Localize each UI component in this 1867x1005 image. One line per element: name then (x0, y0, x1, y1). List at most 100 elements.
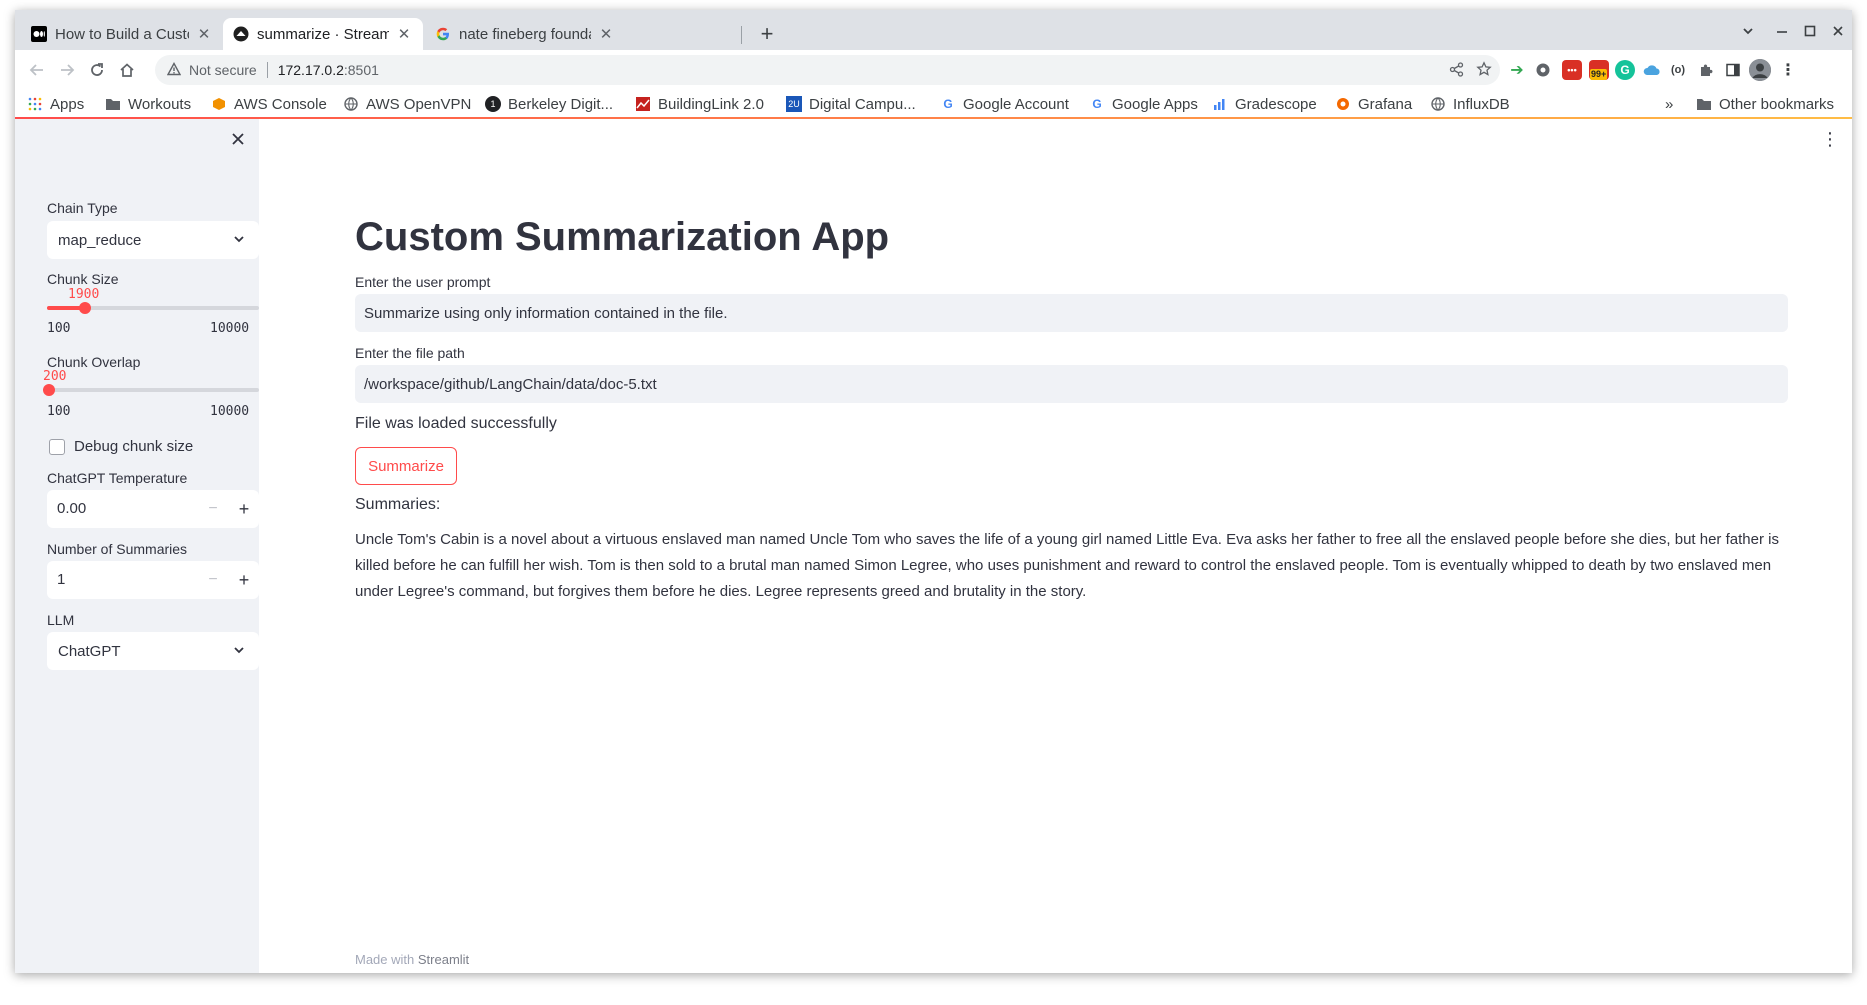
extension-badge-count: 99+ (1590, 69, 1608, 80)
chain-type-value: map_reduce (58, 231, 142, 249)
forward-icon[interactable] (54, 57, 80, 83)
bookmark-label: Apps (50, 95, 85, 113)
bookmarks-overflow-chevron[interactable]: » (1665, 93, 1673, 115)
bookmark-label: AWS OpenVPN (366, 95, 472, 113)
temperature-label: ChatGPT Temperature (47, 470, 188, 486)
folder-icon (105, 96, 121, 112)
bookmark-other-bookmarks[interactable]: Other bookmarks (1696, 93, 1834, 115)
extensions-puzzle-icon[interactable] (1696, 60, 1716, 80)
tab-strip: How to Build a Custom Su ✕ summarize · S… (15, 10, 1852, 50)
streamlit-link[interactable]: Streamlit (418, 952, 469, 967)
close-tab-icon[interactable]: ✕ (395, 25, 413, 43)
summary-text: Uncle Tom's Cabin is a novel about a vir… (355, 531, 1779, 600)
close-sidebar-icon[interactable] (228, 129, 248, 149)
tab-streamlit[interactable]: summarize · Streamlit ✕ (223, 18, 423, 50)
extension-badge-icon[interactable]: 99+ (1589, 60, 1609, 80)
app-menu-icon[interactable]: ⋮ (1821, 129, 1839, 149)
reload-icon[interactable] (84, 57, 110, 83)
bookmark-berkeley-digital[interactable]: 1 Berkeley Digit... (485, 93, 613, 115)
grammarly-icon[interactable]: G (1615, 60, 1635, 80)
streamlit-icon (233, 26, 249, 42)
medium-icon (31, 26, 47, 42)
bookmark-label: Other bookmarks (1719, 95, 1835, 113)
bookmark-workouts[interactable]: Workouts (105, 93, 191, 115)
tab-title: How to Build a Custom Su (55, 25, 189, 43)
back-icon[interactable] (24, 57, 50, 83)
side-panel-icon[interactable] (1723, 60, 1743, 80)
maximize-icon[interactable] (1799, 20, 1821, 42)
globe-icon (1430, 96, 1446, 112)
slider-thumb[interactable] (43, 384, 55, 396)
bookmark-influxdb[interactable]: InfluxDB (1430, 93, 1510, 115)
file-path-input[interactable]: /workspace/github/LangChain/data/doc-5.t… (355, 365, 1788, 403)
slider-thumb[interactable] (79, 302, 91, 314)
user-prompt-label: Enter the user prompt (355, 274, 491, 290)
decrement-button[interactable]: − (202, 498, 224, 520)
footer-prefix: Made with (355, 952, 415, 967)
tab-google-search[interactable]: nate fineberg foundation ✕ (425, 18, 625, 50)
close-window-icon[interactable] (1827, 20, 1849, 42)
new-tab-button[interactable]: + (755, 21, 779, 46)
security-label: Not secure (189, 62, 257, 78)
chunk-size-max: 10000 (210, 321, 250, 336)
grafana-icon (1335, 96, 1351, 112)
bookmark-google-account[interactable]: G Google Account (940, 93, 1069, 115)
temperature-input[interactable]: 0.00 − + (47, 490, 259, 528)
extension-broadcast-icon[interactable]: (o) (1668, 60, 1688, 80)
browser-window: How to Build a Custom Su ✕ summarize · S… (15, 10, 1852, 973)
extension-lastpass-icon[interactable]: ••• (1562, 60, 1582, 80)
bookmark-google-apps[interactable]: G Google Apps (1089, 93, 1198, 115)
warning-icon[interactable] (166, 61, 182, 79)
google-icon (435, 26, 451, 42)
summarize-button[interactable]: Summarize (355, 447, 457, 485)
increment-button[interactable]: + (233, 498, 255, 520)
bookmark-aws-openvpn[interactable]: AWS OpenVPN (343, 93, 471, 115)
bookmark-digital-campus[interactable]: 2U Digital Campu... (786, 93, 916, 115)
chunk-size-label: Chunk Size (47, 271, 119, 287)
extension-arrow-icon[interactable]: ➔ (1507, 60, 1527, 80)
decrement-button[interactable]: − (202, 569, 224, 591)
num-summaries-input[interactable]: 1 − + (47, 561, 259, 599)
chunk-overlap-label: Chunk Overlap (47, 354, 141, 370)
tab-search-chevron-icon[interactable] (1737, 20, 1759, 42)
bookmark-aws-console[interactable]: AWS Console (211, 93, 327, 115)
debug-chunk-size-checkbox[interactable] (49, 439, 65, 455)
bookmark-apps[interactable]: Apps (27, 93, 84, 115)
close-tab-icon[interactable]: ✕ (597, 25, 615, 43)
chunk-size-slider[interactable] (47, 302, 259, 314)
num-summaries-value: 1 (57, 571, 66, 588)
chunk-size-min: 100 (47, 321, 71, 336)
browser-menu-icon[interactable]: ⋮ (1778, 60, 1798, 80)
address-divider (266, 62, 268, 78)
share-icon[interactable] (1444, 57, 1468, 81)
tab-medium-article[interactable]: How to Build a Custom Su ✕ (21, 18, 223, 50)
bookmark-star-icon[interactable] (1472, 57, 1496, 81)
chunk-overlap-value: 200 (43, 369, 67, 384)
chevron-down-icon (231, 231, 247, 247)
profile-avatar[interactable] (1749, 59, 1771, 81)
address-bar[interactable]: Not secure 172.17.0.2 :8501 (155, 55, 1500, 85)
chain-type-select[interactable]: map_reduce (47, 221, 259, 259)
file-status-text: File was loaded successfully (355, 415, 557, 432)
chunk-size-value: 1900 (68, 287, 100, 302)
folder-icon (1696, 96, 1712, 112)
increment-button[interactable]: + (233, 569, 255, 591)
onedrive-cloud-icon[interactable] (1642, 60, 1662, 80)
llm-select[interactable]: ChatGPT (47, 632, 259, 670)
summaries-heading: Summaries: (355, 496, 441, 513)
url-host: 172.17.0.2 (277, 62, 344, 78)
chunk-overlap-max: 10000 (210, 404, 250, 419)
bookmark-buildinglink[interactable]: BuildingLink 2.0 (635, 93, 764, 115)
minimize-icon[interactable] (1771, 20, 1793, 42)
extension-gear-icon[interactable] (1533, 60, 1553, 80)
bookmark-grafana[interactable]: Grafana (1335, 93, 1412, 115)
berkeley-icon: 1 (485, 96, 501, 112)
close-tab-icon[interactable]: ✕ (195, 25, 213, 43)
google-g-icon: G (943, 97, 953, 111)
chain-type-label: Chain Type (47, 200, 118, 216)
bookmark-gradescope[interactable]: Gradescope (1212, 93, 1317, 115)
home-icon[interactable] (114, 57, 140, 83)
chunk-overlap-slider[interactable] (43, 384, 259, 396)
user-prompt-input[interactable]: Summarize using only information contain… (355, 294, 1788, 332)
debug-chunk-size-label: Debug chunk size (74, 438, 194, 455)
